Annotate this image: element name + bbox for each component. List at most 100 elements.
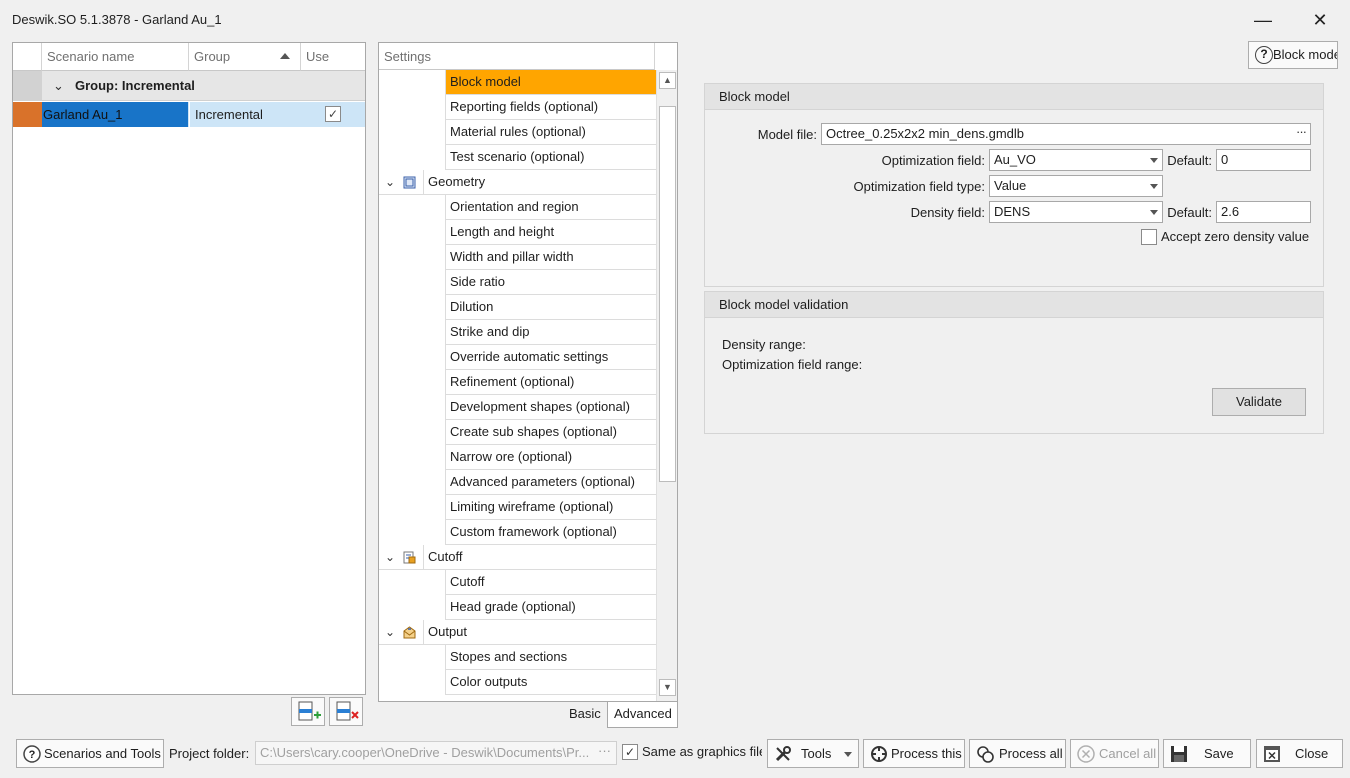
tree-item-width-pillar[interactable]: Width and pillar width [445,245,656,270]
validate-button[interactable]: Validate [1212,388,1306,416]
tree-item-strike-dip[interactable]: Strike and dip [445,320,656,345]
scenarios-and-tools-label: Scenarios and Tools [44,746,161,761]
process-all-icon [977,746,994,763]
settings-tree-panel: Settings Block model Reporting fields (o… [378,42,678,702]
process-all-button[interactable]: Process all [969,739,1066,768]
tree-item-refinement[interactable]: Refinement (optional) [445,370,656,395]
tree-item-reporting-fields[interactable]: Reporting fields (optional) [445,95,656,120]
model-file-input[interactable]: Octree_0.25x2x2 min_dens.gmdlb ··· [821,123,1311,145]
close-window-button[interactable]: ✕ [1297,6,1343,34]
scenario-name-cell[interactable]: Garland Au_1 [42,102,188,127]
tree-item-development-shapes[interactable]: Development shapes (optional) [445,395,656,420]
tree-item-custom-framework[interactable]: Custom framework (optional) [445,520,656,545]
sort-ascending-icon [280,53,290,59]
tree-item-color-outputs[interactable]: Color outputs [445,670,656,695]
tab-basic[interactable]: Basic [563,702,607,728]
tree-item-sub-shapes[interactable]: Create sub shapes (optional) [445,420,656,445]
chevron-down-icon [1150,184,1158,189]
scenario-group-cell[interactable]: Incremental [189,102,301,127]
block-model-validation-group: Block model validation Density range: Op… [704,291,1324,434]
scroll-thumb[interactable] [659,106,676,482]
svg-text:?: ? [29,749,36,761]
tree-item-cutoff[interactable]: Cutoff [445,570,656,595]
same-as-graphics-label[interactable]: Same as graphics file [642,744,762,759]
use-checkbox[interactable]: ✓ [325,106,341,122]
tree-category-geometry[interactable]: ⌄ Geometry [379,170,656,195]
cancel-all-label: Cancel all [1099,746,1157,761]
default-label: Default: [1167,205,1212,220]
tree-item-orientation[interactable]: Orientation and region [445,195,656,220]
process-icon [871,746,887,762]
optimization-type-value: Value [994,178,1027,193]
optimization-range-label: Optimization field range: [722,357,863,372]
accept-zero-density-checkbox[interactable] [1141,229,1157,245]
optimization-field-select[interactable]: Au_VO [989,149,1163,171]
density-field-select[interactable]: DENS [989,201,1163,223]
scenarios-and-tools-button[interactable]: ? Scenarios and Tools [16,739,164,768]
tools-icon [775,746,791,762]
density-default-input[interactable]: 2.6 [1216,201,1311,223]
tree-item-material-rules[interactable]: Material rules (optional) [445,120,656,145]
tree-item-length-height[interactable]: Length and height [445,220,656,245]
column-header-scenario-name[interactable]: Scenario name [42,43,189,71]
chevron-down-icon [1150,158,1158,163]
chevron-down-icon [844,752,852,757]
tree-item-side-ratio[interactable]: Side ratio [445,270,656,295]
minimize-button[interactable]: — [1240,6,1286,34]
tree-category-label: Output [423,620,656,644]
table-row[interactable]: Garland Au_1 Incremental ✓ [13,102,365,127]
column-header-use[interactable]: Use [301,43,365,71]
tree-item-dilution[interactable]: Dilution [445,295,656,320]
tab-advanced[interactable]: Advanced [607,702,678,728]
tree-item-advanced-params[interactable]: Advanced parameters (optional) [445,470,656,495]
optimization-default-input[interactable]: 0 [1216,149,1311,171]
optimization-type-select[interactable]: Value [989,175,1163,197]
group-row-indicator [13,71,42,101]
tree-item-head-grade[interactable]: Head grade (optional) [445,595,656,620]
project-folder-label: Project folder: [169,746,250,761]
tree-category-label: Geometry [423,170,656,194]
process-this-button[interactable]: Process this [863,739,965,768]
add-row-icon [298,701,321,721]
tree-item-override[interactable]: Override automatic settings [445,345,656,370]
delete-scenario-button[interactable] [329,697,363,726]
add-scenario-button[interactable] [291,697,325,726]
block-model-header: Block model [705,84,1323,110]
tree-category-output[interactable]: ⌄ Output [379,620,656,645]
tree-item-stopes-sections[interactable]: Stopes and sections [445,645,656,670]
close-icon: ✕ [1312,9,1328,30]
tree-item-narrow-ore[interactable]: Narrow ore (optional) [445,445,656,470]
save-button[interactable]: Save [1163,739,1251,768]
same-as-graphics-checkbox[interactable]: ✓ [622,744,638,760]
accept-zero-density-label[interactable]: Accept zero density value [1161,229,1309,244]
block-mode-label: Block mode [1273,47,1338,62]
help-icon: ? [1255,46,1273,64]
settings-header: Settings [379,43,655,70]
chevron-down-icon[interactable]: ⌄ [385,170,395,194]
close-button[interactable]: Close [1256,739,1343,768]
scroll-up-button[interactable]: ▲ [659,72,676,89]
optimization-field-value: Au_VO [994,152,1036,167]
tree-scrollbar[interactable]: ▲ ▼ [656,70,677,701]
cancel-all-button[interactable]: Cancel all [1070,739,1159,768]
process-this-label: Process this [891,746,962,761]
block-model-group: Block model Model file: Octree_0.25x2x2 … [704,83,1324,287]
tree-item-test-scenario[interactable]: Test scenario (optional) [445,145,656,170]
block-mode-button[interactable]: ? Block mode [1248,41,1338,69]
tree-item-limiting-wireframe[interactable]: Limiting wireframe (optional) [445,495,656,520]
browse-icon: ··· [598,743,611,758]
tree-item-block-model[interactable]: Block model [445,70,656,95]
minimize-icon: — [1254,9,1272,30]
tools-dropdown-button[interactable]: Tools [767,739,859,768]
default-label: Default: [1167,153,1212,168]
browse-icon[interactable]: ··· [1296,124,1307,142]
chevron-down-icon[interactable]: ⌄ [385,545,395,569]
delete-row-icon [336,701,359,721]
output-icon [403,626,416,639]
group-row[interactable]: ⌄ Group: Incremental [13,71,365,101]
chevron-down-icon[interactable]: ⌄ [385,620,395,644]
chevron-down-icon[interactable]: ⌄ [53,78,64,94]
tree-category-cutoff[interactable]: ⌄ Cutoff [379,545,656,570]
tools-label: Tools [801,746,832,761]
scroll-down-button[interactable]: ▼ [659,679,676,696]
